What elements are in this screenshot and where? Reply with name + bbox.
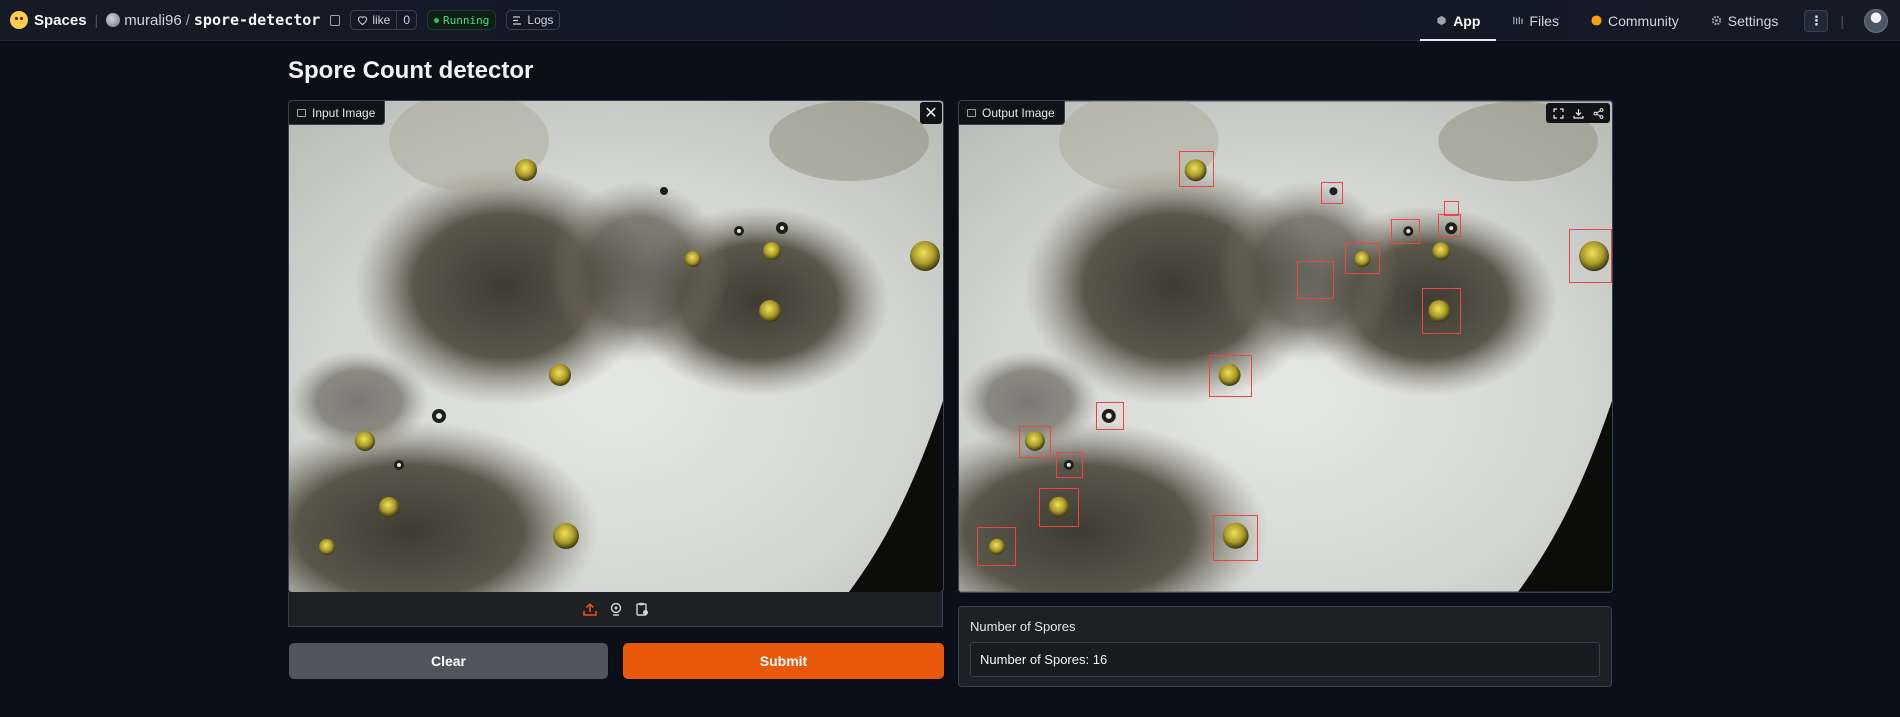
detection-box bbox=[1209, 355, 1252, 397]
detection-box bbox=[1422, 288, 1461, 334]
detection-box bbox=[977, 527, 1016, 566]
tab-community[interactable]: Community bbox=[1575, 0, 1695, 41]
detection-box bbox=[1391, 219, 1420, 244]
repo-slash: / bbox=[185, 11, 190, 29]
copy-icon[interactable] bbox=[330, 14, 341, 26]
logs-label: Logs bbox=[527, 13, 554, 27]
image-icon bbox=[297, 108, 306, 117]
paste-clipboard-icon[interactable] bbox=[634, 601, 650, 617]
like-button[interactable]: like 0 bbox=[350, 10, 418, 30]
detection-box bbox=[1039, 488, 1079, 527]
top-navigation-bar: Spaces | murali96 / spore-detector like … bbox=[0, 0, 1900, 41]
hugging-face-logo-icon bbox=[10, 11, 28, 29]
webcam-icon[interactable] bbox=[608, 601, 624, 617]
repo-breadcrumb: murali96 / spore-detector bbox=[106, 11, 341, 29]
detection-box bbox=[1019, 426, 1051, 458]
tab-app[interactable]: App bbox=[1420, 0, 1497, 41]
upload-icon[interactable] bbox=[582, 601, 598, 617]
spore-count-output: Number of Spores Number of Spores: 16 bbox=[958, 606, 1612, 687]
status-text: Running bbox=[443, 13, 490, 27]
detection-box bbox=[1096, 402, 1124, 430]
heart-icon bbox=[358, 16, 368, 25]
detection-box bbox=[1438, 214, 1461, 237]
status-badge[interactable]: Running bbox=[427, 10, 497, 30]
image-icon bbox=[967, 108, 976, 117]
microscope-image-graphic bbox=[289, 101, 943, 592]
tab-community-label: Community bbox=[1607, 12, 1679, 29]
files-icon bbox=[1513, 16, 1524, 25]
output-image-label-text: Output Image bbox=[982, 105, 1055, 120]
input-microscope-image bbox=[289, 101, 943, 592]
like-label: like bbox=[372, 13, 391, 27]
spore-count-textbox[interactable]: Number of Spores: 16 bbox=[970, 642, 1600, 677]
clear-image-button[interactable]: ✕ bbox=[920, 102, 942, 124]
input-image-label: Input Image bbox=[289, 101, 386, 125]
submit-button[interactable]: Submit bbox=[623, 643, 944, 679]
repo-name-link[interactable]: spore-detector bbox=[194, 11, 320, 29]
tab-settings[interactable]: Settings bbox=[1695, 0, 1795, 41]
brand-name: Spaces bbox=[34, 11, 87, 29]
detection-box bbox=[1179, 151, 1214, 187]
detection-box bbox=[1345, 243, 1380, 274]
logs-icon bbox=[513, 15, 522, 25]
image-source-toolbar bbox=[288, 592, 943, 627]
fullscreen-icon[interactable] bbox=[1549, 105, 1567, 121]
more-options-button[interactable]: ⋮ bbox=[1804, 9, 1829, 32]
tab-app-label: App bbox=[1453, 12, 1481, 29]
spaces-home-link[interactable]: Spaces bbox=[10, 11, 87, 29]
space-tabs: App Files Community Settings ⋮ | bbox=[1420, 0, 1900, 41]
output-image-label: Output Image bbox=[959, 101, 1065, 125]
repo-owner-link[interactable]: murali96 bbox=[124, 12, 182, 29]
separator: | bbox=[94, 12, 99, 28]
logs-button[interactable]: Logs bbox=[506, 10, 561, 30]
output-image-toolbar bbox=[1546, 103, 1610, 123]
like-count: 0 bbox=[396, 11, 416, 29]
clear-button[interactable]: Clear bbox=[289, 643, 608, 679]
separator: | bbox=[1840, 12, 1844, 29]
output-microscope-image bbox=[959, 101, 1612, 592]
detection-box bbox=[1056, 452, 1083, 478]
detection-box bbox=[1297, 261, 1334, 299]
spore-count-label: Number of Spores bbox=[970, 619, 1076, 634]
user-avatar[interactable] bbox=[1864, 8, 1888, 33]
cube-icon bbox=[1437, 15, 1446, 26]
download-icon[interactable] bbox=[1569, 105, 1587, 121]
running-dot-icon bbox=[434, 17, 440, 23]
detection-box bbox=[1321, 182, 1343, 204]
share-icon[interactable] bbox=[1589, 105, 1607, 121]
detection-box bbox=[1213, 515, 1258, 561]
owner-avatar-icon bbox=[106, 13, 121, 27]
detection-box bbox=[1569, 229, 1612, 283]
gear-icon bbox=[1711, 15, 1721, 26]
output-image-panel: Output Image bbox=[958, 100, 1613, 593]
community-icon bbox=[1591, 15, 1602, 26]
tab-settings-label: Settings bbox=[1727, 12, 1779, 29]
tab-files[interactable]: Files bbox=[1496, 0, 1575, 41]
tab-files-label: Files bbox=[1529, 12, 1559, 29]
page-title: Spore Count detector bbox=[288, 57, 534, 84]
input-image-panel[interactable]: Input Image ✕ bbox=[288, 100, 944, 593]
input-image-label-text: Input Image bbox=[312, 105, 376, 120]
